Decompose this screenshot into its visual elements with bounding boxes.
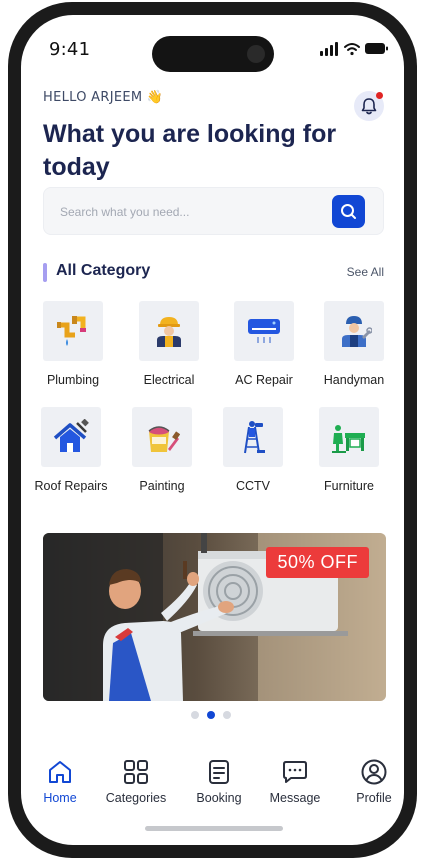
see-all-link[interactable]: See All	[347, 265, 384, 279]
category-label: CCTV	[235, 479, 271, 493]
nav-label: Home	[43, 791, 77, 805]
category-label: Electrical	[143, 373, 195, 387]
category-label: Handyman	[323, 373, 385, 387]
status-icons	[320, 41, 390, 57]
nav-home[interactable]: Home	[21, 750, 100, 810]
wave-emoji-icon: 👋	[146, 90, 164, 105]
category-label: Furniture	[323, 479, 375, 493]
promo-banner[interactable]: 50% OFF	[43, 533, 386, 701]
carousel-dot[interactable]	[223, 711, 231, 719]
category-label: Plumbing	[46, 373, 100, 387]
category-section-title: All Category	[56, 262, 151, 279]
greeting-text: HELLO ARJEEM	[43, 90, 143, 105]
air-conditioner-icon	[248, 319, 280, 343]
nav-message[interactable]: Message	[255, 750, 335, 810]
nav-label: Booking	[196, 791, 242, 805]
electrician-icon	[157, 317, 181, 347]
handyman-icon	[342, 316, 372, 347]
notification-button[interactable]	[354, 91, 384, 121]
nav-booking[interactable]: Booking	[179, 750, 259, 810]
user-icon	[361, 759, 387, 785]
section-accent-bar	[43, 263, 47, 282]
roof-repair-icon	[53, 419, 89, 452]
category-handyman[interactable]: Handyman	[309, 301, 399, 401]
grid-icon	[124, 760, 148, 784]
carousel-dot[interactable]	[191, 711, 199, 719]
nav-profile[interactable]: Profile	[334, 750, 404, 810]
category-tile	[234, 301, 294, 361]
category-ac-repair[interactable]: AC Repair	[219, 301, 309, 401]
document-icon	[209, 760, 229, 784]
category-tile	[43, 301, 103, 361]
notification-dot	[376, 92, 383, 99]
nav-label: Message	[269, 791, 321, 805]
home-icon	[49, 761, 71, 783]
category-plumbing[interactable]: Plumbing	[28, 301, 118, 401]
camera-icon	[247, 45, 265, 63]
category-electrical[interactable]: Electrical	[124, 301, 214, 401]
message-icon	[283, 761, 307, 783]
nav-label: Categories	[105, 791, 167, 805]
discount-badge: 50% OFF	[266, 547, 369, 578]
app-screen: 9:41 HELLO ARJEEM 👋 What you are looking…	[21, 15, 404, 845]
furniture-icon	[332, 425, 365, 453]
nav-categories[interactable]: Categories	[96, 750, 176, 810]
search-bar	[43, 187, 384, 236]
battery-icon	[365, 43, 388, 54]
category-furniture[interactable]: Furniture	[304, 407, 394, 507]
greeting: HELLO ARJEEM 👋	[43, 90, 163, 105]
cctv-technician-icon	[244, 421, 265, 454]
category-tile	[319, 407, 379, 467]
category-painting[interactable]: Painting	[117, 407, 207, 507]
search-icon	[341, 204, 356, 219]
signal-icon	[320, 42, 338, 56]
category-cctv[interactable]: CCTV	[208, 407, 298, 507]
category-tile	[132, 407, 192, 467]
search-input[interactable]	[58, 188, 322, 236]
carousel-indicator	[189, 711, 239, 721]
status-time: 9:41	[49, 39, 91, 60]
category-tile	[139, 301, 199, 361]
wifi-icon	[344, 43, 360, 56]
home-indicator[interactable]	[145, 826, 283, 831]
nav-label: Profile	[356, 791, 392, 805]
page-title: What you are looking for today	[43, 120, 337, 181]
category-roof-repairs[interactable]: Roof Repairs	[26, 407, 116, 507]
carousel-dot-active[interactable]	[207, 711, 215, 719]
paint-bucket-icon	[148, 426, 180, 452]
dynamic-island	[152, 36, 274, 72]
plumbing-pipes-icon	[57, 316, 86, 346]
bottom-navigation: Home Categories Booking Message Profile	[21, 750, 404, 820]
category-tile	[223, 407, 283, 467]
category-tile	[324, 301, 384, 361]
category-tile	[41, 407, 101, 467]
search-button[interactable]	[332, 195, 365, 228]
phone-frame: 9:41 HELLO ARJEEM 👋 What you are looking…	[8, 2, 417, 858]
